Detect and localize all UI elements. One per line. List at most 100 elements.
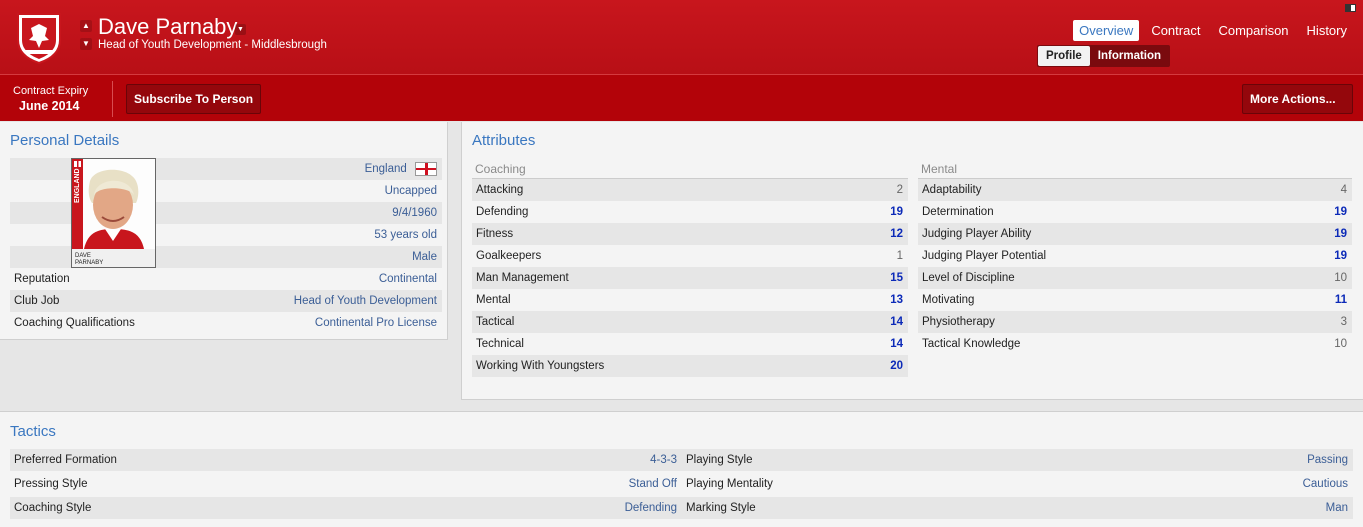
mental-attribute-value: 4	[1340, 184, 1347, 196]
more-actions-label: More Actions...	[1250, 92, 1336, 106]
mental-attribute-value: 19	[1334, 206, 1347, 218]
preferred-formation-value[interactable]: 4-3-3	[650, 449, 677, 471]
name-dropdown-icon[interactable]: ▼	[235, 24, 246, 35]
coaching-style-label: Coaching Style	[14, 502, 92, 514]
mental-attribute-value: 19	[1334, 228, 1347, 240]
battery-icon	[1345, 4, 1356, 12]
photo-caption-last: PARNABY	[75, 260, 103, 266]
pressing-style-value: Stand Off	[628, 478, 677, 490]
coaching-attribute-label: Fitness	[476, 228, 514, 240]
photo-flag-text: ENGLAND	[74, 168, 81, 203]
coaching-attribute-label: Tactical	[476, 316, 515, 328]
playing-style-label: Playing Style	[686, 454, 753, 466]
nationality-value[interactable]: England	[365, 163, 407, 175]
coaching-attribute-value: 12	[890, 228, 903, 240]
tab-comparison[interactable]: Comparison	[1212, 20, 1294, 41]
coaching-attribute-value: 13	[890, 294, 903, 306]
dob-value: 9/4/1960	[392, 207, 437, 219]
sub-tabs: Profile Information	[1037, 45, 1171, 67]
tab-contract[interactable]: Contract	[1145, 20, 1206, 41]
club-crest-icon[interactable]	[14, 10, 64, 64]
mental-attribute-row: Determination 19	[918, 201, 1352, 223]
mental-attribute-value: 19	[1334, 250, 1347, 262]
coaching-attribute-label: Goalkeepers	[476, 250, 542, 262]
person-name: Dave Parnaby	[98, 14, 238, 39]
coaching-heading: Coaching	[475, 162, 526, 176]
coaching-attribute-row: Working With Youngsters 20	[472, 355, 908, 377]
pressing-style-row: Pressing Style Stand Off	[10, 473, 682, 495]
qualifications-value: Continental Pro License	[314, 317, 437, 329]
tactics-title: Tactics	[10, 423, 56, 440]
qualifications-label: Coaching Qualifications	[14, 317, 135, 329]
personal-details-title: Personal Details	[10, 132, 120, 149]
coaching-attribute-value: 20	[890, 360, 903, 372]
playing-style-row: Playing Style Passing	[682, 449, 1353, 471]
mental-attribute-label: Physiotherapy	[922, 316, 995, 328]
gender-value: Male	[412, 251, 437, 263]
coaching-attribute-value: 15	[890, 272, 903, 284]
personal-details-panel: Personal Details England Uncapped 9/4/19…	[0, 122, 448, 340]
marking-style-row: Marking Style Man	[682, 497, 1353, 519]
action-toolbar: Contract Expiry June 2014 Subscribe To P…	[0, 74, 1363, 133]
portrait-image: ENGLAND DAVE PARNABY	[72, 159, 155, 267]
coaching-attribute-label: Man Management	[476, 272, 569, 284]
preferred-formation-label: Preferred Formation	[14, 454, 117, 466]
mental-attribute-value: 3	[1340, 316, 1347, 328]
coaching-attribute-value: 2	[896, 184, 903, 196]
previous-person-button[interactable]: ▲	[80, 20, 92, 32]
mental-attribute-label: Adaptability	[922, 184, 982, 196]
coaching-attribute-value: 19	[890, 206, 903, 218]
photo-caption-first: DAVE	[75, 253, 91, 259]
mental-attribute-value: 10	[1334, 338, 1347, 350]
coaching-attribute-row: Technical 14	[472, 333, 908, 355]
top-tabs: Overview Contract Comparison History	[1073, 20, 1353, 41]
tab-history[interactable]: History	[1301, 20, 1353, 41]
coaching-attribute-row: Man Management 15	[472, 267, 908, 289]
playing-mentality-row: Playing Mentality Cautious	[682, 473, 1353, 495]
mental-attribute-label: Judging Player Ability	[922, 228, 1032, 240]
coaching-style-value: Defending	[624, 502, 677, 514]
age-value: 53 years old	[374, 229, 437, 241]
tab-overview[interactable]: Overview	[1073, 20, 1140, 41]
mental-heading: Mental	[921, 162, 958, 176]
mental-attribute-row: Judging Player Potential 19	[918, 245, 1352, 267]
subtab-information[interactable]: Information	[1090, 46, 1169, 66]
marking-style-label: Marking Style	[686, 502, 756, 514]
club-job-value[interactable]: Head of Youth Development	[294, 290, 437, 312]
mental-attribute-value: 11	[1334, 294, 1347, 306]
subscribe-button[interactable]: Subscribe To Person	[126, 84, 262, 114]
coaching-attribute-label: Working With Youngsters	[476, 360, 605, 372]
toolbar-divider	[112, 81, 113, 117]
mental-attribute-value: 10	[1334, 272, 1347, 284]
contract-expiry-value: June 2014	[19, 99, 80, 113]
coaching-attribute-row: Goalkeepers 1	[472, 245, 908, 267]
person-photo[interactable]: ENGLAND DAVE PARNABY	[71, 158, 156, 268]
coaching-style-row: Coaching Style Defending	[10, 497, 682, 519]
coaching-attribute-label: Mental	[476, 294, 511, 306]
reputation-value: Continental	[378, 273, 437, 285]
mental-attribute-row: Level of Discipline 10	[918, 267, 1352, 289]
reputation-label: Reputation	[14, 273, 70, 285]
attributes-title: Attributes	[472, 132, 536, 149]
coaching-attribute-row: Mental 13	[472, 289, 908, 311]
coaching-attribute-value: 1	[896, 250, 903, 262]
subtab-profile[interactable]: Profile	[1038, 46, 1090, 66]
coaching-attribute-value: 14	[890, 338, 903, 350]
mental-attribute-label: Level of Discipline	[922, 272, 1015, 284]
mental-attribute-label: Motivating	[922, 294, 975, 306]
tactics-panel: Tactics Preferred Formation 4-3-3 Pressi…	[0, 411, 1363, 527]
contract-expiry-label: Contract Expiry	[13, 85, 89, 97]
caps-value: Uncapped	[384, 185, 437, 197]
mental-attribute-row: Physiotherapy 3	[918, 311, 1352, 333]
mental-attribute-label: Tactical Knowledge	[922, 338, 1021, 350]
next-person-button[interactable]: ▼	[80, 38, 92, 50]
coaching-attribute-label: Defending	[476, 206, 529, 218]
coaching-attribute-row: Defending 19	[472, 201, 908, 223]
playing-mentality-value: Cautious	[1302, 478, 1348, 490]
coaching-attribute-row: Tactical 14	[472, 311, 908, 333]
more-actions-button[interactable]: More Actions... ▼	[1242, 84, 1353, 133]
mental-attribute-row: Tactical Knowledge 10	[918, 333, 1352, 355]
attributes-panel: Attributes Coaching Mental Attacking 2 Def…	[461, 122, 1363, 400]
playing-mentality-label: Playing Mentality	[686, 478, 773, 490]
coaching-attribute-label: Attacking	[476, 184, 524, 196]
